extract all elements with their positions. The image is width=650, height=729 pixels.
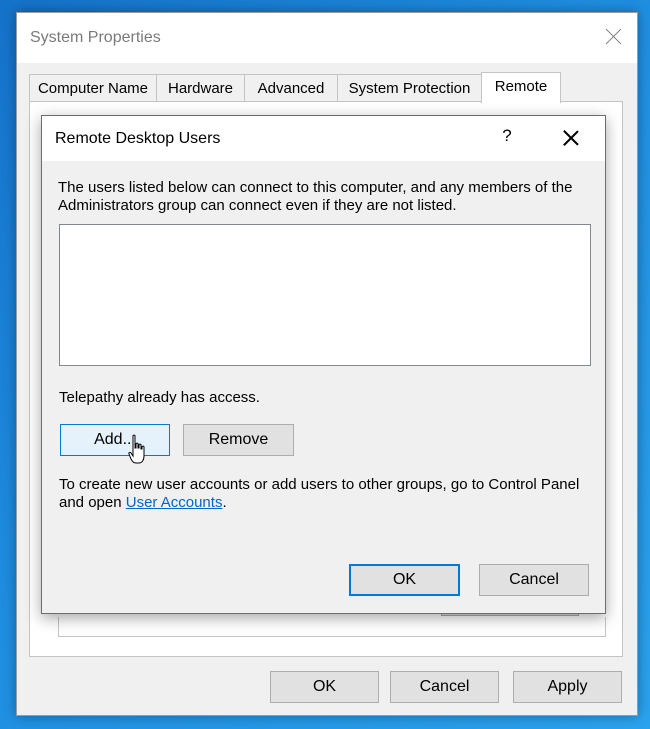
access-status-text: Telepathy already has access.: [59, 389, 260, 406]
tab-system-protection[interactable]: System Protection: [337, 74, 482, 101]
remove-button[interactable]: Remove: [183, 424, 294, 456]
remote-desktop-users-dialog: Remote Desktop Users ? The users listed …: [41, 115, 606, 614]
info-text: To create new user accounts or add users…: [59, 476, 599, 512]
users-listbox[interactable]: [59, 224, 591, 366]
remote-desktop-group: [58, 617, 606, 637]
apply-button[interactable]: Apply: [513, 671, 622, 703]
tab-advanced[interactable]: Advanced: [244, 74, 338, 101]
tab-hardware[interactable]: Hardware: [156, 74, 245, 101]
add-button[interactable]: Add...: [60, 424, 170, 456]
tab-computer-name[interactable]: Computer Name: [29, 74, 157, 101]
tab-remote[interactable]: Remote: [481, 72, 561, 103]
info-text-suffix: .: [222, 494, 227, 511]
hand-cursor-icon: [128, 434, 145, 464]
user-accounts-link[interactable]: User Accounts: [126, 494, 223, 511]
cancel-button[interactable]: Cancel: [390, 671, 499, 703]
help-icon[interactable]: ?: [497, 126, 517, 146]
close-icon[interactable]: [561, 128, 581, 148]
dialog-titlebar[interactable]: Remote Desktop Users ?: [42, 116, 605, 161]
window-titlebar[interactable]: System Properties: [17, 13, 637, 63]
dialog-cancel-button[interactable]: Cancel: [479, 564, 589, 596]
dialog-description: The users listed below can connect to th…: [58, 179, 573, 214]
close-icon[interactable]: [603, 25, 625, 47]
window-title: System Properties: [30, 29, 161, 46]
dialog-title: Remote Desktop Users: [55, 130, 221, 147]
ok-button[interactable]: OK: [270, 671, 379, 703]
dialog-ok-button[interactable]: OK: [349, 564, 460, 596]
